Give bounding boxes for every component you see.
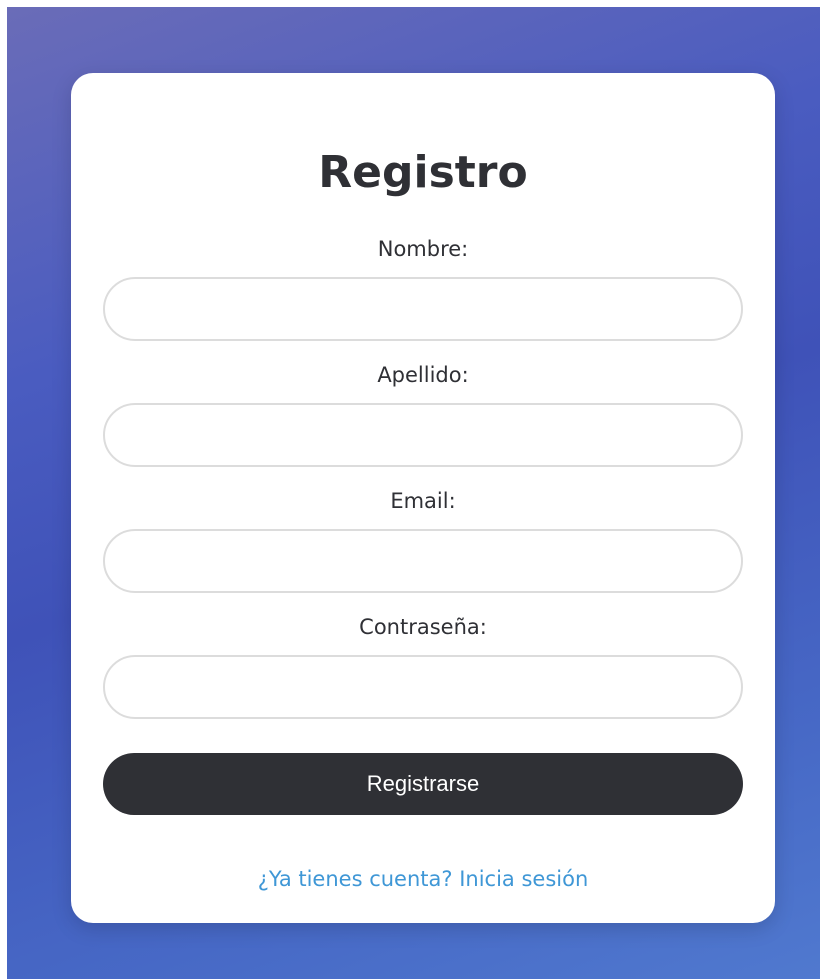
form-title: Registro <box>318 147 528 198</box>
nombre-input[interactable] <box>103 277 743 341</box>
apellido-input[interactable] <box>103 403 743 467</box>
page-background: Registro Nombre: Apellido: Email: Contra… <box>7 7 820 979</box>
password-input[interactable] <box>103 655 743 719</box>
nombre-label: Nombre: <box>377 237 469 261</box>
email-input[interactable] <box>103 529 743 593</box>
email-label: Email: <box>390 489 456 513</box>
password-label: Contraseña: <box>359 615 487 639</box>
login-link[interactable]: ¿Ya tienes cuenta? Inicia sesión <box>71 865 775 893</box>
apellido-label: Apellido: <box>377 363 469 387</box>
register-button[interactable]: Registrarse <box>103 753 743 815</box>
registration-card: Registro Nombre: Apellido: Email: Contra… <box>71 73 775 923</box>
